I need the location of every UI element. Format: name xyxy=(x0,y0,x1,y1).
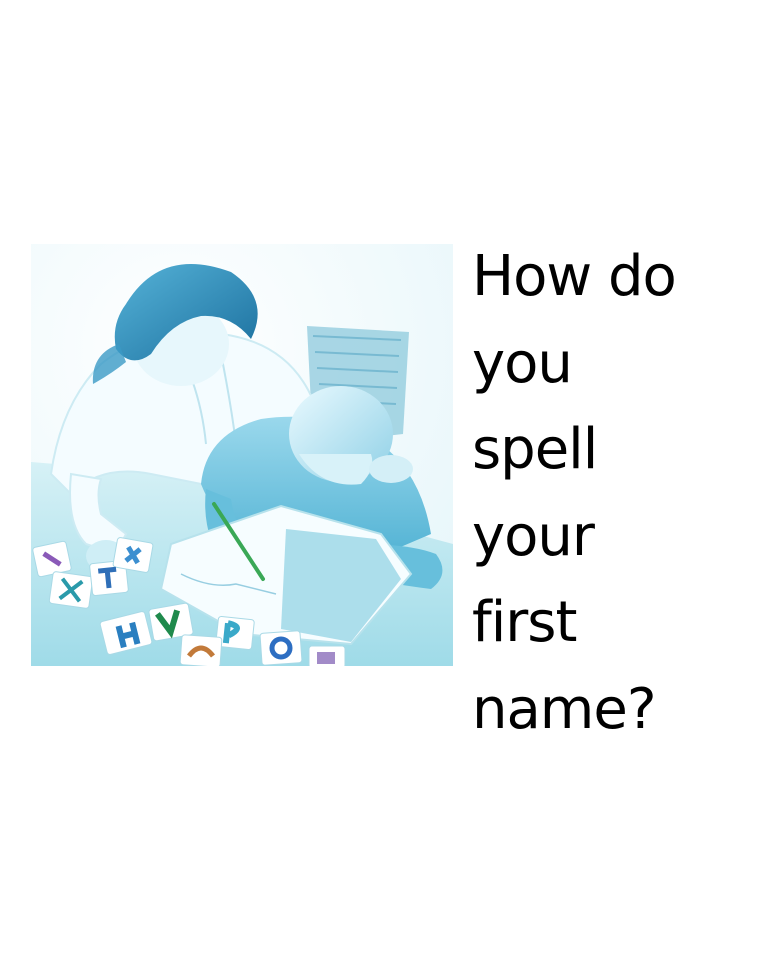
question-line-6: name? xyxy=(472,676,657,742)
teacher-hand-shoulder xyxy=(369,455,413,483)
teacher-child-photo xyxy=(31,244,453,666)
question-line-2: you xyxy=(472,330,573,396)
question-line-4: your xyxy=(472,503,595,569)
question-line-3: spell xyxy=(472,417,598,482)
question-line-1: How do xyxy=(472,244,677,309)
question-line-5: first xyxy=(472,590,577,655)
teacher-child-illustration xyxy=(31,244,453,666)
spelling-question: How do you spell your first name? xyxy=(472,234,762,753)
